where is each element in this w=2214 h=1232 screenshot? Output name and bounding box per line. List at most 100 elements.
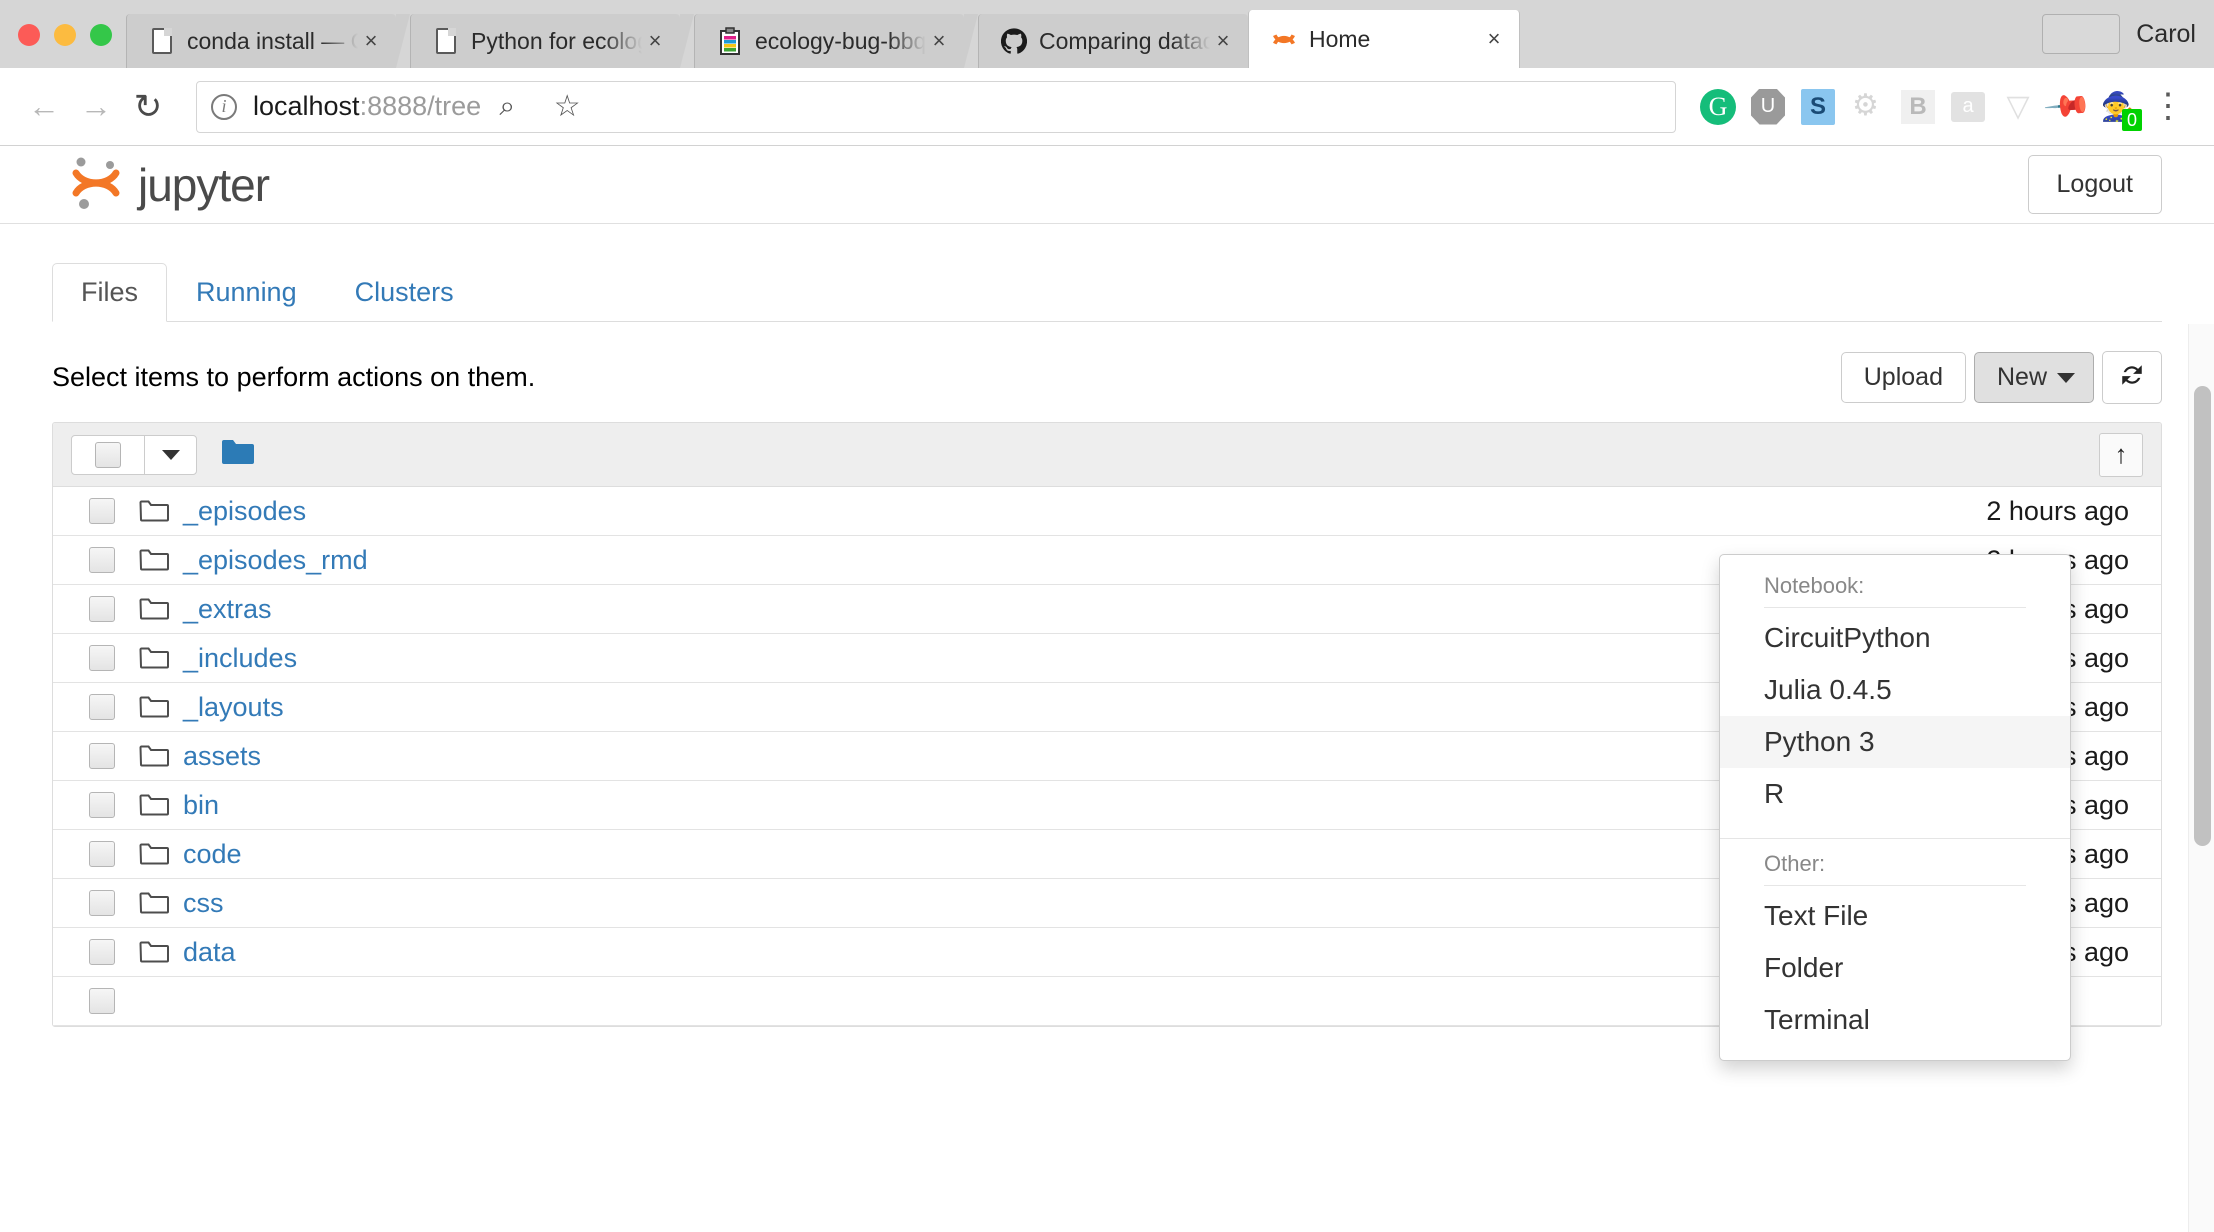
row-checkbox[interactable] xyxy=(89,988,115,1014)
row-checkbox[interactable] xyxy=(89,596,115,622)
reload-icon[interactable]: ↻ xyxy=(122,81,174,133)
select-all-checkbox[interactable] xyxy=(72,436,144,474)
address-bar[interactable]: i localhost:8888/tree ⌕ ☆ xyxy=(196,80,1676,133)
file-name-link[interactable]: css xyxy=(183,888,224,919)
file-name-link[interactable]: data xyxy=(183,937,236,968)
file-name-link[interactable]: _layouts xyxy=(183,692,284,723)
file-name-link[interactable]: code xyxy=(183,839,242,870)
table-row[interactable]: _episodes 2 hours ago xyxy=(53,487,2161,536)
tab-divider xyxy=(680,14,694,68)
row-checkbox[interactable] xyxy=(89,890,115,916)
page-scrollbar[interactable] xyxy=(2188,324,2214,1232)
select-all-dropdown[interactable] xyxy=(144,435,196,474)
grammarly-extension-icon[interactable]: G xyxy=(1698,87,1738,127)
close-icon[interactable]: × xyxy=(1210,30,1236,52)
zoom-window-button[interactable] xyxy=(90,24,112,46)
close-icon[interactable]: × xyxy=(926,30,952,52)
chevron-down-icon xyxy=(2057,372,2075,383)
profile-area[interactable]: Carol xyxy=(2042,14,2214,68)
tab-clusters[interactable]: Clusters xyxy=(326,263,483,322)
window-controls xyxy=(18,24,126,68)
browser-window: conda install — Conda c × Python for eco… xyxy=(0,0,2214,1232)
file-name-link[interactable]: _episodes xyxy=(183,496,306,527)
gear-extension-icon[interactable]: ⚙ xyxy=(1848,87,1888,127)
file-name-link[interactable]: bin xyxy=(183,790,219,821)
dropdown-section-header-other: Other: xyxy=(1764,851,1826,876)
close-icon[interactable]: × xyxy=(642,30,668,52)
jupyter-logo-icon xyxy=(70,153,122,216)
select-all-group[interactable] xyxy=(71,434,197,475)
profile-name[interactable]: Carol xyxy=(2136,20,2196,49)
browser-tab-conda-install[interactable]: conda install — Conda c × xyxy=(126,14,396,68)
browser-menu-icon[interactable]: ⋮ xyxy=(2148,87,2188,127)
chevron-extension-icon[interactable]: ▽ xyxy=(1998,87,2038,127)
row-checkbox[interactable] xyxy=(89,645,115,671)
close-window-button[interactable] xyxy=(18,24,40,46)
bitwarden-extension-icon[interactable]: B xyxy=(1898,87,1938,127)
zoom-in-icon[interactable]: ⌕ xyxy=(481,81,533,133)
menu-item-folder[interactable]: Folder xyxy=(1720,942,2070,994)
browser-tab-comparing-datacarpentry[interactable]: Comparing datacarpent × xyxy=(978,14,1248,68)
row-checkbox[interactable] xyxy=(89,841,115,867)
wizard-extension-icon[interactable]: 🧙 0 xyxy=(2098,87,2142,131)
scrollbar-thumb[interactable] xyxy=(2194,386,2211,846)
menu-item-julia[interactable]: Julia 0.4.5 xyxy=(1720,664,2070,716)
folder-outline-icon xyxy=(139,744,169,768)
dropdown-section-header-notebook: Notebook: xyxy=(1764,573,1865,598)
tab-running[interactable]: Running xyxy=(167,263,326,322)
folder-filled-icon[interactable] xyxy=(221,438,255,471)
menu-item-python3[interactable]: Python 3 xyxy=(1720,716,2070,768)
github-icon xyxy=(1001,28,1027,54)
row-checkbox[interactable] xyxy=(89,743,115,769)
forward-icon[interactable]: → xyxy=(70,81,122,133)
row-checkbox[interactable] xyxy=(89,498,115,524)
jupyter-icon xyxy=(1271,26,1297,52)
folder-outline-icon xyxy=(139,499,169,523)
row-checkbox[interactable] xyxy=(89,694,115,720)
browser-toolbar: ← → ↻ i localhost:8888/tree ⌕ ☆ G U S ⚙ … xyxy=(0,68,2214,146)
url-host: localhost xyxy=(253,91,360,121)
file-name-link[interactable]: assets xyxy=(183,741,261,772)
quote-extension-icon[interactable]: a xyxy=(1948,87,1988,127)
menu-item-terminal[interactable]: Terminal xyxy=(1720,994,2070,1046)
new-tab-button[interactable] xyxy=(2042,14,2121,54)
menu-item-r[interactable]: R xyxy=(1720,768,2070,820)
upload-button[interactable]: Upload xyxy=(1840,351,1966,403)
checkbox-icon[interactable] xyxy=(95,441,121,468)
file-list-header: ↑ xyxy=(53,423,2161,487)
refresh-button[interactable] xyxy=(2102,350,2162,404)
tab-files[interactable]: Files xyxy=(52,263,168,322)
browser-tab-ecology-bug-bbq[interactable]: ecology-bug-bbq | Soft × xyxy=(694,14,964,68)
folder-outline-icon xyxy=(139,793,169,817)
file-name-link[interactable]: _includes xyxy=(183,643,297,674)
menu-item-text-file[interactable]: Text File xyxy=(1720,890,2070,942)
jupyter-logo[interactable]: jupyter xyxy=(70,153,270,216)
info-icon[interactable]: i xyxy=(211,93,237,120)
new-dropdown-button[interactable]: New xyxy=(1973,351,2094,403)
row-checkbox[interactable] xyxy=(89,792,115,818)
jupyter-header: jupyter Logout xyxy=(0,146,2214,224)
row-checkbox[interactable] xyxy=(89,547,115,573)
url-text: localhost:8888/tree xyxy=(253,91,481,122)
logout-button[interactable]: Logout xyxy=(2027,155,2162,214)
pin-extension-icon[interactable]: 📌 xyxy=(2043,82,2093,131)
menu-item-circuitpython[interactable]: CircuitPython xyxy=(1720,612,2070,664)
file-modified-time: 2 hours ago xyxy=(1986,495,2129,526)
folder-outline-icon xyxy=(139,646,169,670)
close-icon[interactable]: × xyxy=(1481,28,1507,50)
browser-tab-home-active[interactable]: Home × xyxy=(1248,10,1520,68)
file-name-link[interactable]: _episodes_rmd xyxy=(183,545,368,576)
back-icon[interactable]: ← xyxy=(18,81,70,133)
close-icon[interactable]: × xyxy=(358,30,384,52)
jupyter-page: jupyter Logout Files Running Clusters Se… xyxy=(0,146,2214,1232)
minimize-window-button[interactable] xyxy=(54,24,76,46)
skype-extension-icon[interactable]: S xyxy=(1798,87,1838,127)
browser-tab-python-for-ecologists[interactable]: Python for ecologists: S × xyxy=(410,14,680,68)
arrow-up-icon: ↑ xyxy=(2114,439,2128,469)
row-checkbox[interactable] xyxy=(89,939,115,965)
file-name-link[interactable]: _extras xyxy=(183,594,272,625)
ublock-extension-icon[interactable]: U xyxy=(1748,87,1788,127)
star-icon[interactable]: ☆ xyxy=(541,81,593,133)
tab-title: Home xyxy=(1309,25,1371,52)
sort-direction-button[interactable]: ↑ xyxy=(2099,432,2143,477)
